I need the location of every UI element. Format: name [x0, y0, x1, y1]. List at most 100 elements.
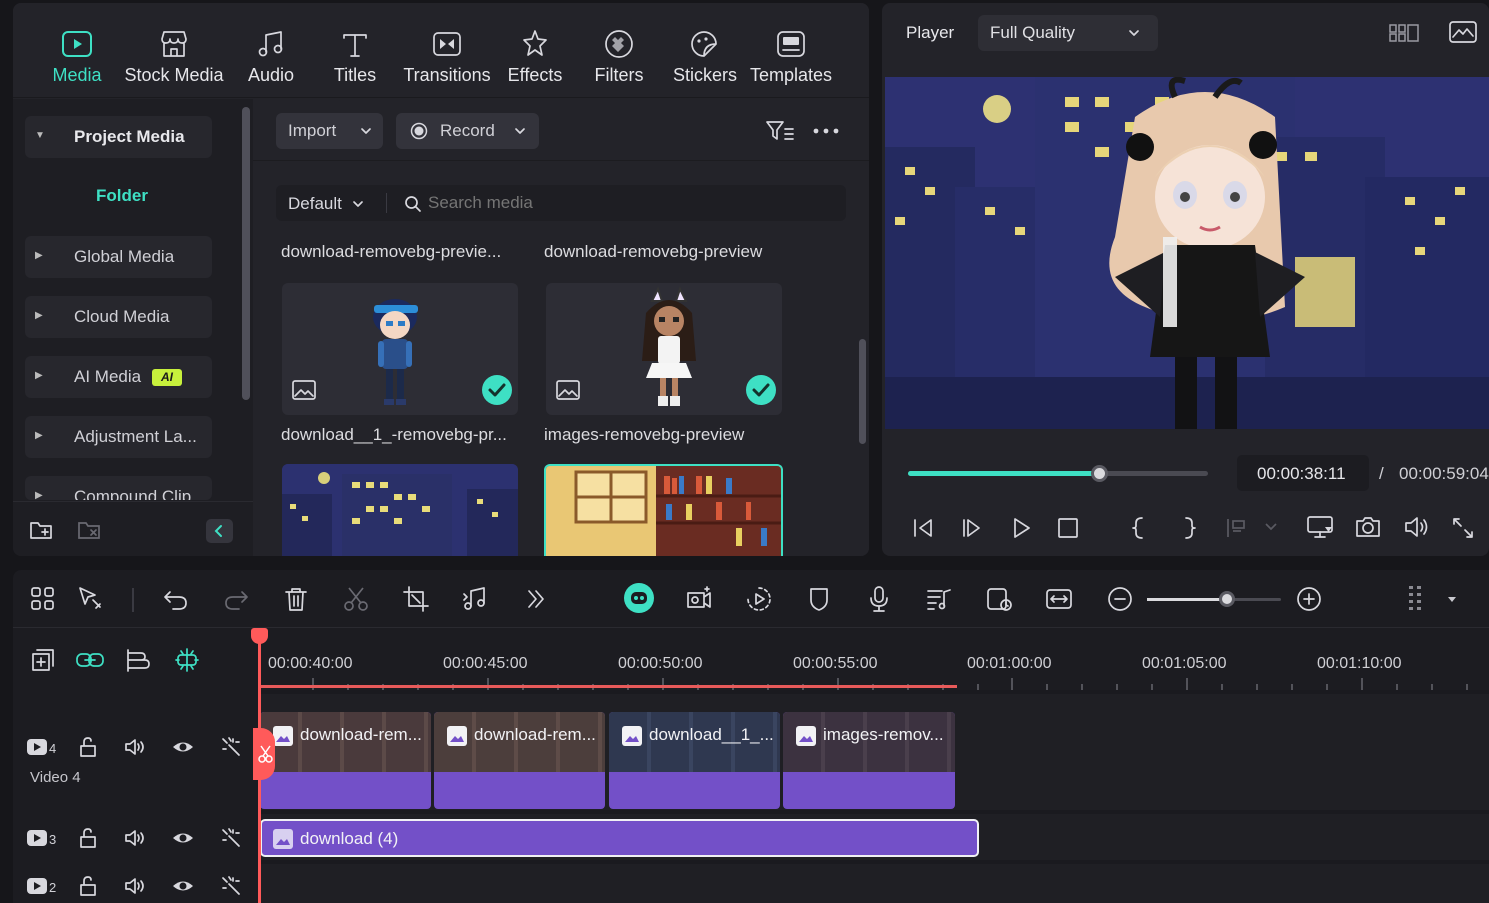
lock-icon[interactable]	[76, 735, 100, 759]
media-item-thumbnail[interactable]	[546, 283, 782, 415]
sort-dropdown[interactable]: Default	[276, 185, 384, 221]
play-icon[interactable]	[1008, 515, 1034, 541]
playhead-handle[interactable]	[251, 628, 268, 644]
sidebar-item-ai-media[interactable]: ▶ AI Media AI	[25, 356, 212, 398]
snapshot-camera-icon[interactable]	[1354, 513, 1382, 541]
redo-icon[interactable]	[221, 584, 251, 614]
layout-grid-icon[interactable]	[28, 584, 58, 614]
zoom-slider-track[interactable]	[1147, 591, 1281, 607]
filter-icon[interactable]	[765, 119, 795, 143]
playback-scrubber-handle[interactable]	[1091, 465, 1108, 482]
tab-titles[interactable]: Titles	[327, 27, 383, 91]
chevron-down-icon[interactable]	[1264, 521, 1278, 533]
timeline-clip[interactable]: download-rem...	[260, 712, 431, 809]
media-item-thumbnail[interactable]	[282, 464, 518, 556]
tab-stickers[interactable]: Stickers	[673, 27, 737, 91]
previous-frame-icon[interactable]	[910, 515, 936, 541]
next-frame-icon[interactable]	[959, 515, 985, 541]
tab-media[interactable]: Media	[49, 27, 105, 91]
media-item-thumbnail[interactable]	[282, 283, 518, 415]
fullscreen-icon[interactable]	[1450, 515, 1476, 541]
mark-out-icon[interactable]	[1176, 515, 1202, 541]
audio-mixer-icon[interactable]	[924, 584, 954, 614]
split-scissors-icon[interactable]	[341, 584, 371, 614]
drag-handle-icon[interactable]	[1401, 584, 1431, 614]
zoom-out-icon[interactable]	[1105, 584, 1135, 614]
collapse-sidebar-button[interactable]	[206, 519, 233, 543]
image-icon[interactable]	[1448, 19, 1478, 45]
ai-video-enhance-icon[interactable]	[684, 584, 714, 614]
timeline-clip[interactable]: download__1_...	[609, 712, 780, 809]
grid-layout-icon[interactable]	[1388, 21, 1420, 45]
lock-icon[interactable]	[76, 874, 100, 898]
volume-icon[interactable]	[123, 826, 147, 850]
delete-folder-icon[interactable]	[77, 519, 103, 541]
quality-dropdown[interactable]: Full Quality	[978, 15, 1158, 51]
select-pointer-icon[interactable]	[75, 584, 105, 614]
volume-icon[interactable]	[1402, 513, 1430, 541]
insert-icon[interactable]	[1224, 515, 1254, 541]
auto-enhance-icon[interactable]	[219, 826, 243, 850]
search-input[interactable]	[428, 189, 828, 217]
timeline-clip-selected[interactable]: download (4)	[260, 819, 979, 857]
tab-stock-media[interactable]: Stock Media	[123, 27, 225, 91]
sidebar-item-global-media[interactable]: ▶ Global Media	[25, 236, 212, 278]
lock-icon[interactable]	[76, 826, 100, 850]
zoom-in-icon[interactable]	[1294, 584, 1324, 614]
volume-icon[interactable]	[123, 874, 147, 898]
sidebar-item-project-media[interactable]: ▼ Project Media	[25, 116, 212, 158]
record-dropdown[interactable]: Record	[396, 113, 539, 149]
auto-reframe-icon[interactable]	[984, 584, 1014, 614]
volume-icon[interactable]	[123, 735, 147, 759]
tab-filters[interactable]: Filters	[591, 27, 647, 91]
tab-audio[interactable]: Audio	[243, 27, 299, 91]
playhead-split-button[interactable]	[253, 728, 275, 780]
current-time-field[interactable]: 00:00:38:11	[1237, 455, 1369, 491]
timeline-clip[interactable]: images-remov...	[783, 712, 955, 809]
delete-icon[interactable]	[281, 584, 311, 614]
eye-icon[interactable]	[171, 735, 195, 759]
playback-progress-track[interactable]	[908, 465, 1208, 482]
stop-icon[interactable]	[1055, 515, 1081, 541]
add-track-icon[interactable]	[30, 647, 56, 673]
smart-cutout-icon[interactable]	[744, 584, 774, 614]
import-dropdown[interactable]: Import	[276, 113, 383, 149]
chevron-down-icon	[1129, 30, 1139, 36]
more-tools-chevrons-icon[interactable]	[521, 584, 551, 614]
tab-templates[interactable]: Templates	[749, 27, 833, 91]
new-folder-icon[interactable]	[29, 519, 55, 541]
more-options-icon[interactable]	[813, 127, 839, 135]
mask-shield-icon[interactable]	[804, 584, 834, 614]
eye-icon[interactable]	[171, 826, 195, 850]
chevron-left-icon	[214, 525, 222, 537]
fit-timeline-icon[interactable]	[1044, 584, 1074, 614]
link-clips-icon[interactable]	[75, 647, 105, 673]
image-clip-icon	[447, 726, 467, 746]
eye-icon[interactable]	[171, 874, 195, 898]
mark-in-icon[interactable]	[1126, 515, 1152, 541]
sidebar-scrollbar[interactable]	[242, 107, 250, 400]
microphone-icon[interactable]	[864, 584, 894, 614]
timeline-clip[interactable]: download-rem...	[434, 712, 605, 809]
magnetic-snap-icon[interactable]	[173, 646, 201, 674]
caret-down-icon[interactable]	[1445, 594, 1459, 604]
display-settings-icon[interactable]	[1305, 513, 1335, 541]
tab-transitions[interactable]: Transitions	[397, 27, 497, 91]
tab-effects[interactable]: Effects	[507, 27, 563, 91]
zoom-slider-handle[interactable]	[1219, 591, 1236, 607]
audio-edit-icon[interactable]	[461, 584, 491, 614]
auto-enhance-icon[interactable]	[219, 735, 243, 759]
sidebar-item-adjustment-layer[interactable]: ▶ Adjustment La...	[25, 416, 212, 458]
media-item-thumbnail-selected[interactable]	[544, 464, 783, 556]
video-preview[interactable]	[885, 77, 1489, 429]
sidebar-item-compound-clip[interactable]: ▶ Compound Clip	[25, 476, 212, 500]
sidebar-item-cloud-media[interactable]: ▶ Cloud Media	[25, 296, 212, 338]
ai-assistant-icon[interactable]	[624, 583, 654, 613]
undo-icon[interactable]	[161, 584, 191, 614]
media-scrollbar[interactable]	[859, 339, 866, 444]
track-layout-icon[interactable]	[125, 647, 151, 673]
sidebar-item-folder[interactable]: Folder	[96, 186, 148, 206]
sidebar-footer	[13, 501, 253, 556]
auto-enhance-icon[interactable]	[219, 874, 243, 898]
crop-icon[interactable]	[401, 584, 431, 614]
